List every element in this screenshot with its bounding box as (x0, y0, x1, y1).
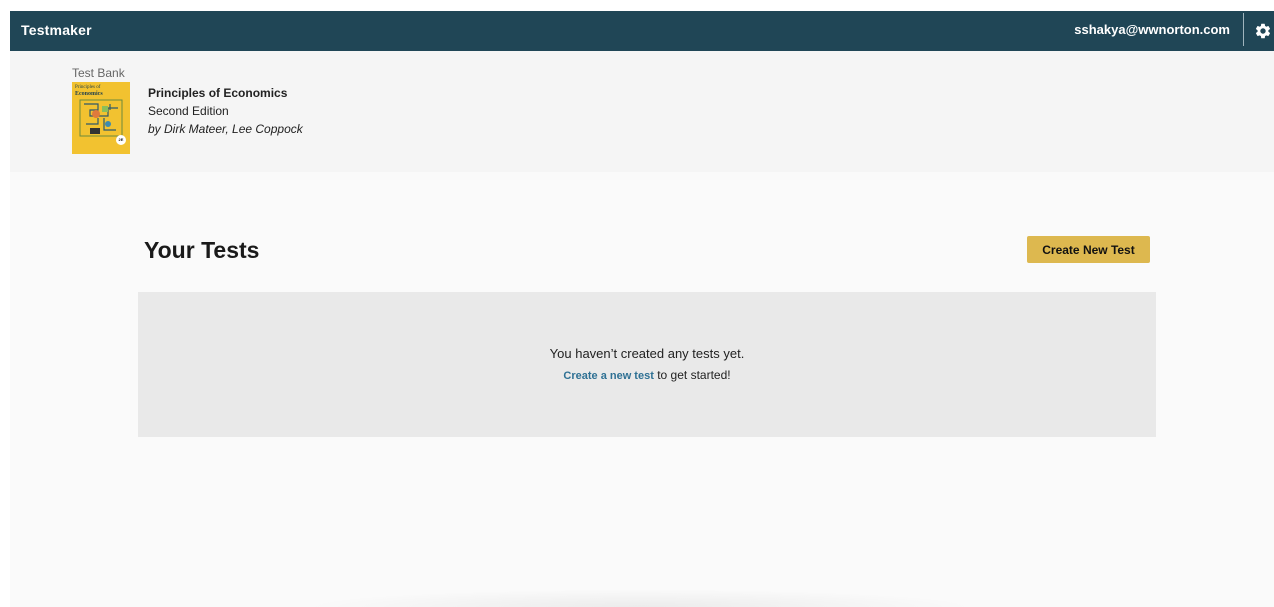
book-details: Principles of Economics Second Edition b… (148, 84, 303, 138)
topbar-divider (1243, 13, 1244, 46)
bottom-shadow (300, 589, 980, 607)
cover-edition-badge: 2E (116, 135, 126, 145)
empty-tests-panel: You haven’t created any tests yet. Creat… (138, 292, 1156, 437)
create-new-test-button[interactable]: Create New Test (1027, 236, 1150, 263)
empty-state-cta: Create a new test to get started! (138, 368, 1156, 382)
empty-state-cta-suffix: to get started! (653, 368, 731, 382)
book-authors: by Dirk Mateer, Lee Coppock (148, 122, 303, 136)
user-email-menu[interactable]: sshakya@wwnorton.com (1074, 22, 1230, 37)
book-header: Test Bank Principles of Economics 2E Pri… (10, 51, 1274, 172)
book-title: Principles of Economics (148, 86, 288, 100)
book-edition: Second Edition (148, 104, 229, 118)
create-new-test-link[interactable]: Create a new test (563, 370, 653, 382)
gear-icon[interactable] (1254, 22, 1272, 40)
test-bank-label: Test Bank (72, 66, 125, 80)
page-title: Your Tests (144, 237, 260, 263)
app-title[interactable]: Testmaker (21, 22, 92, 38)
app-window: Testmaker sshakya@wwnorton.com Test Bank… (10, 11, 1274, 607)
empty-state-message: You haven’t created any tests yet. (549, 346, 745, 361)
top-bar: Testmaker sshakya@wwnorton.com (10, 11, 1274, 51)
book-cover-image: Principles of Economics 2E (72, 82, 130, 154)
